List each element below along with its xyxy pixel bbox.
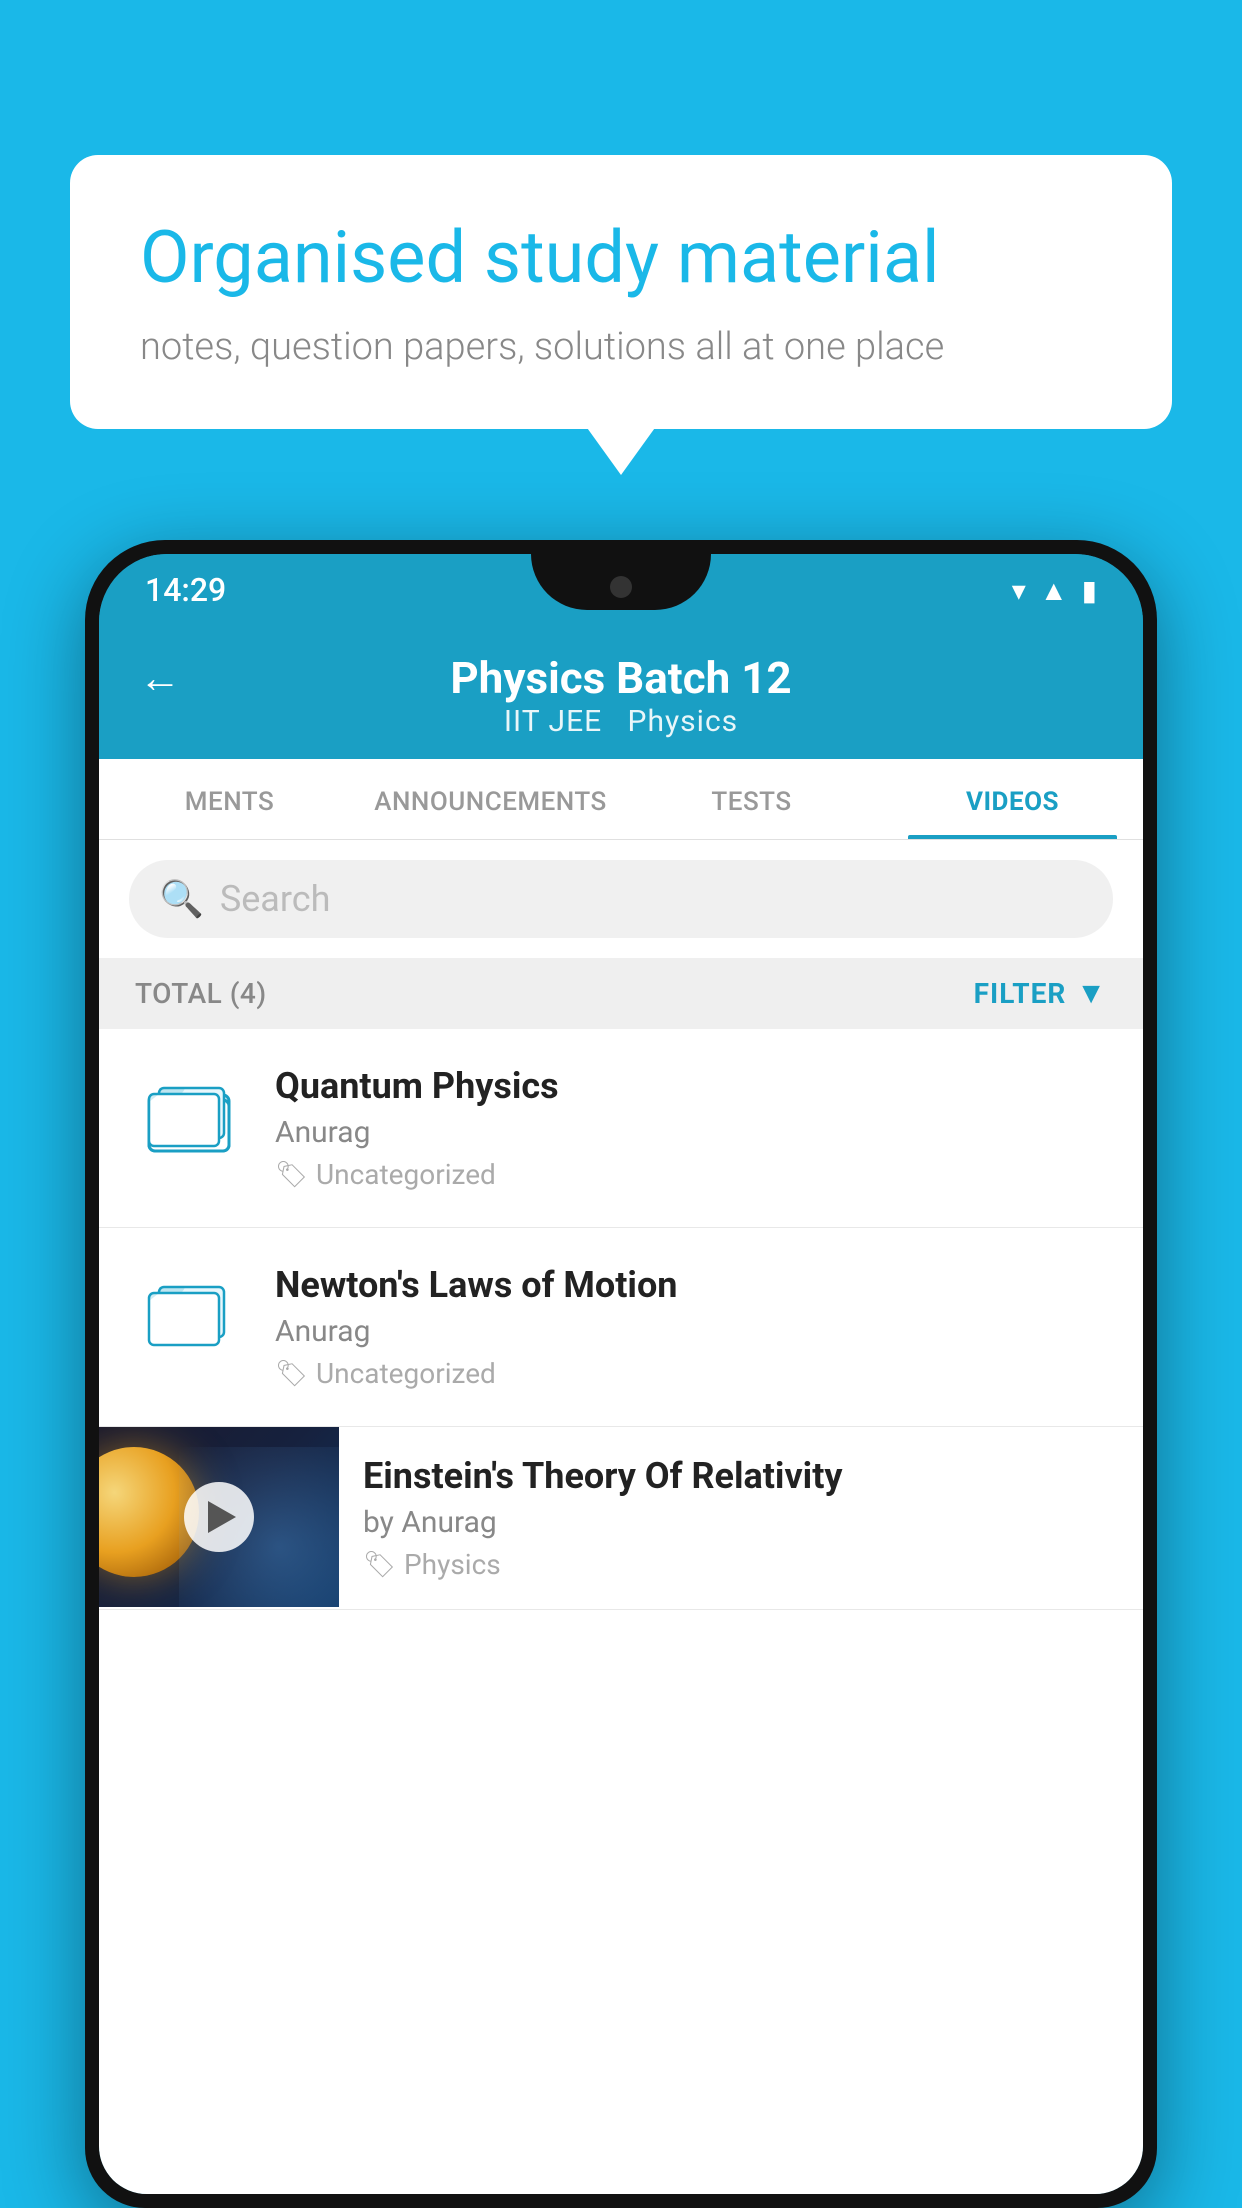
app-bar-title: Physics Batch 12	[450, 652, 791, 704]
status-icons: ▾ ▲ ▮	[1012, 574, 1097, 607]
app-bar-subtitle-text: IIT JEE Physics	[504, 704, 738, 739]
item-author: Anurag	[275, 1115, 1113, 1150]
subtitle-physics: Physics	[628, 704, 739, 739]
speech-bubble: Organised study material notes, question…	[70, 155, 1172, 429]
list-item[interactable]: Quantum Physics Anurag 🏷 Uncategorized	[99, 1029, 1143, 1228]
item-thumbnail	[129, 1264, 249, 1364]
status-time: 14:29	[145, 571, 226, 609]
speech-bubble-subtitle: notes, question papers, solutions all at…	[140, 325, 1102, 369]
item-tag: 🏷 Physics	[363, 1548, 1119, 1581]
video-list: Quantum Physics Anurag 🏷 Uncategorized	[99, 1029, 1143, 1610]
item-info: Quantum Physics Anurag 🏷 Uncategorized	[275, 1065, 1113, 1191]
play-triangle-icon	[208, 1501, 236, 1533]
filter-bar: TOTAL (4) FILTER ▼	[99, 958, 1143, 1029]
notch-camera	[610, 576, 632, 598]
search-bar-wrapper: 🔍 Search	[99, 840, 1143, 958]
speech-bubble-wrapper: Organised study material notes, question…	[70, 155, 1172, 429]
item-author: by Anurag	[363, 1505, 1119, 1540]
tab-announcements[interactable]: ANNOUNCEMENTS	[360, 759, 621, 839]
tab-tests[interactable]: TESTS	[621, 759, 882, 839]
list-item[interactable]: Einstein's Theory Of Relativity by Anura…	[99, 1427, 1143, 1610]
item-thumbnail	[129, 1065, 249, 1165]
folder-icon	[144, 1269, 234, 1359]
speech-bubble-title: Organised study material	[140, 215, 1102, 301]
app-bar-row: ← Physics Batch 12	[139, 652, 1103, 704]
item-author: Anurag	[275, 1314, 1113, 1349]
filter-label: FILTER	[974, 977, 1067, 1010]
subtitle-iitjee: IIT JEE	[504, 704, 602, 739]
phone-inner: 14:29 ▾ ▲ ▮ ← Physics Batch 12 IIT JEE P…	[99, 554, 1143, 2194]
filter-icon: ▼	[1076, 976, 1107, 1011]
video-thumbnail	[99, 1427, 339, 1607]
item-info: Einstein's Theory Of Relativity by Anura…	[339, 1427, 1143, 1609]
list-item[interactable]: Newton's Laws of Motion Anurag 🏷 Uncateg…	[99, 1228, 1143, 1427]
tag-icon: 🏷	[275, 1359, 308, 1389]
item-title: Quantum Physics	[275, 1065, 1113, 1107]
item-tag: 🏷 Uncategorized	[275, 1357, 1113, 1390]
status-bar: 14:29 ▾ ▲ ▮	[99, 554, 1143, 626]
battery-icon: ▮	[1082, 574, 1097, 607]
phone-content: 🔍 Search TOTAL (4) FILTER ▼	[99, 840, 1143, 2194]
signal-icon: ▲	[1040, 574, 1068, 607]
search-bar[interactable]: 🔍 Search	[129, 860, 1113, 938]
app-bar: ← Physics Batch 12 IIT JEE Physics	[99, 626, 1143, 759]
item-tag: 🏷 Uncategorized	[275, 1158, 1113, 1191]
item-title: Einstein's Theory Of Relativity	[363, 1455, 1119, 1497]
tag-label: Physics	[404, 1548, 501, 1581]
notch	[531, 554, 711, 610]
filter-button[interactable]: FILTER ▼	[974, 976, 1107, 1011]
wifi-icon: ▾	[1012, 574, 1026, 607]
tag-icon: 🏷	[363, 1550, 396, 1580]
tab-videos[interactable]: VIDEOS	[882, 759, 1143, 839]
back-button[interactable]: ←	[139, 654, 181, 703]
search-input[interactable]: Search	[220, 878, 331, 920]
item-info: Newton's Laws of Motion Anurag 🏷 Uncateg…	[275, 1264, 1113, 1390]
tag-icon: 🏷	[275, 1160, 308, 1190]
app-bar-subtitle: IIT JEE Physics	[504, 704, 738, 739]
play-button[interactable]	[184, 1482, 254, 1552]
tag-label: Uncategorized	[316, 1357, 496, 1390]
item-title: Newton's Laws of Motion	[275, 1264, 1113, 1306]
tab-ments[interactable]: MENTS	[99, 759, 360, 839]
tab-bar: MENTS ANNOUNCEMENTS TESTS VIDEOS	[99, 759, 1143, 840]
folder-icon	[144, 1070, 234, 1160]
total-count: TOTAL (4)	[135, 977, 267, 1010]
phone-frame: 14:29 ▾ ▲ ▮ ← Physics Batch 12 IIT JEE P…	[85, 540, 1157, 2208]
search-icon: 🔍	[159, 878, 204, 920]
tag-label: Uncategorized	[316, 1158, 496, 1191]
